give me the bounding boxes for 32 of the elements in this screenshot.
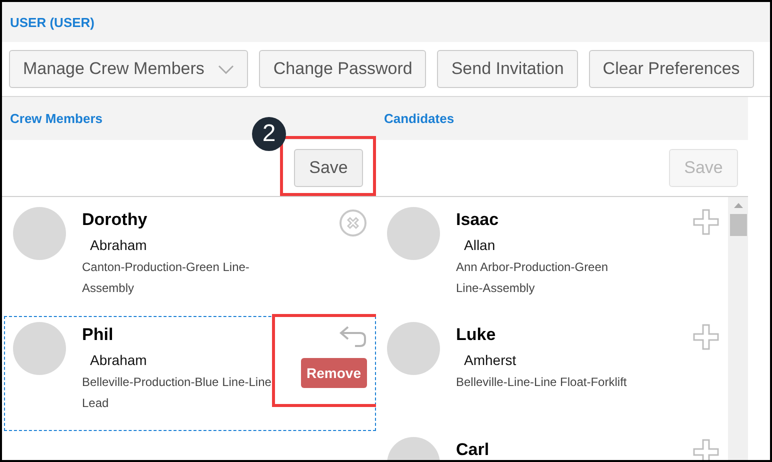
member-location: Belleville-Production-Blue Line-Line Lead (82, 374, 272, 412)
toolbar-button[interactable]: Send Invitation (437, 50, 578, 88)
section-heading: Candidates (384, 111, 454, 126)
member-location: Ann Arbor-Production-Green Line-Assembly (456, 259, 610, 297)
add-plus-icon[interactable] (693, 439, 719, 460)
member-first-name: Luke (456, 324, 497, 346)
member-last-name: Amherst (464, 351, 518, 370)
member-last-name: Abraham (90, 236, 148, 255)
member-last-name: Abraham (90, 351, 148, 370)
toolbar-button[interactable]: Change Password (259, 50, 426, 88)
member-first-name: Dorothy (82, 209, 148, 231)
member-location: Belleville-Line-Line Float-Forklift (456, 374, 628, 391)
undo-arrow-icon[interactable] (339, 324, 367, 348)
scroll-up-arrow-icon[interactable] (734, 203, 742, 208)
member-first-name: Isaac (456, 209, 500, 231)
section-heading: Crew Members (10, 111, 102, 126)
remove-button[interactable]: Remove (300, 358, 367, 388)
manage-dropdown[interactable]: Manage Crew Members (9, 50, 248, 88)
member-first-name: Phil (82, 324, 114, 346)
page-title: USER (USER) (10, 14, 95, 30)
member-first-name: Carl (456, 439, 490, 460)
member-last-name: Allan (464, 236, 496, 255)
save-button[interactable]: Save (294, 149, 363, 187)
add-plus-icon[interactable] (693, 209, 719, 235)
member-location: Canton-Production-Green Line-Assembly (82, 259, 250, 297)
selected-member-card[interactable]: Phil Abraham Belleville-Production-Blue Line-Line Lead Remove (4, 316, 376, 431)
remove-circle-icon[interactable] (339, 209, 367, 237)
scrollbar-thumb[interactable] (730, 214, 746, 236)
add-plus-icon[interactable] (693, 324, 719, 350)
scrollbar[interactable] (728, 197, 748, 460)
chevron-down-icon (218, 64, 234, 74)
toolbar-button[interactable]: Clear Preferences (588, 50, 754, 88)
